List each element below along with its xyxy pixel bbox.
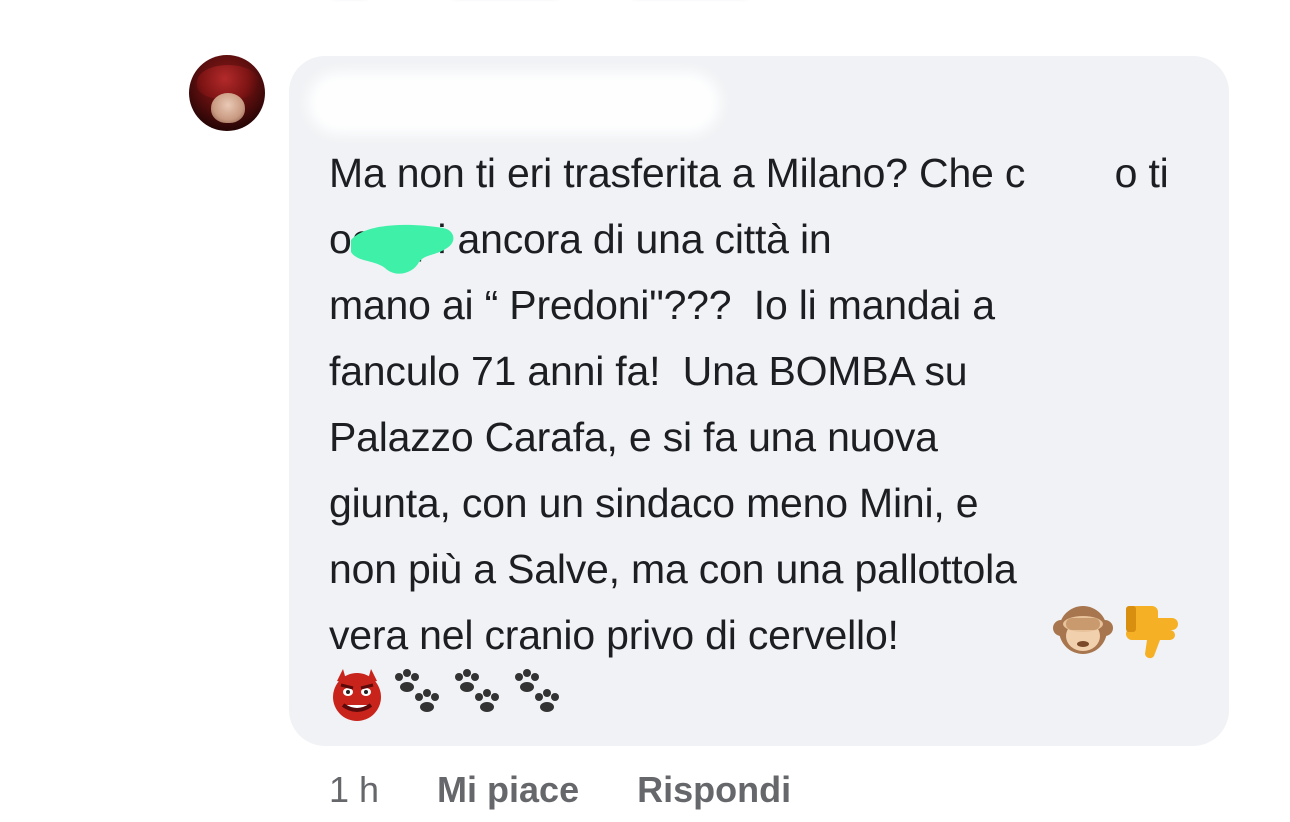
paw-prints-icon xyxy=(455,669,499,712)
thumbs-down-icon xyxy=(1126,606,1178,659)
ogre-icon xyxy=(333,669,381,721)
emoji-line xyxy=(329,662,565,728)
comment-text: Ma non ti eri trasferita a Milano? Che c… xyxy=(329,150,1169,658)
like-button[interactable]: Mi piace xyxy=(437,769,579,811)
paw-prints-icon xyxy=(395,669,439,712)
comment-timestamp[interactable]: 1 h xyxy=(329,769,379,811)
comment-view: Ma non ti eri trasferita a Milano? Che c… xyxy=(0,0,1290,822)
paw-prints-icon xyxy=(515,669,559,712)
see-no-evil-monkey-icon xyxy=(1053,606,1113,654)
previous-comment-actions-fragment xyxy=(330,0,780,6)
redaction-scribble xyxy=(345,218,457,280)
reply-button[interactable]: Rispondi xyxy=(637,769,791,811)
avatar[interactable] xyxy=(189,55,265,131)
comment-actions: 1 h Mi piace Rispondi xyxy=(329,762,791,818)
avatar-face xyxy=(211,93,245,123)
author-name-redacted[interactable] xyxy=(308,72,720,134)
